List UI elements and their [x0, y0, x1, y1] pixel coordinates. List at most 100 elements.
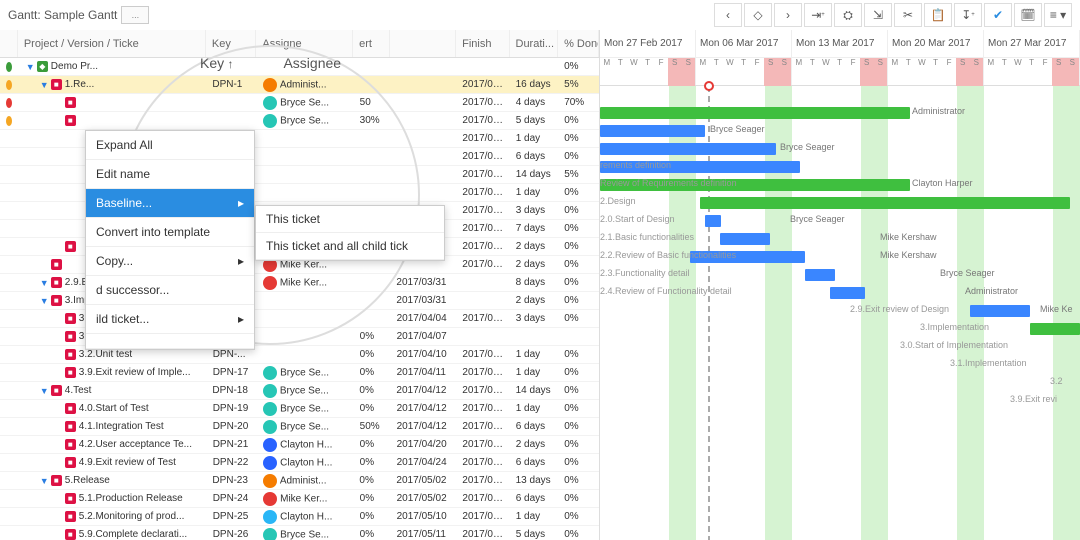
gantt-bar-label: Bryce Seager	[790, 214, 845, 224]
context-submenu[interactable]: This ticketThis ticket and all child tic…	[255, 205, 445, 261]
ticket-icon: ■	[65, 421, 76, 432]
toolbar-btn-1[interactable]: ◇	[744, 3, 772, 27]
gantt-bar[interactable]	[805, 269, 835, 281]
toolbar-btn-10[interactable]: 🗓	[1014, 3, 1042, 27]
ticket-icon: ■	[51, 277, 62, 288]
col-pct: ert	[353, 30, 390, 57]
gantt-bar[interactable]	[700, 197, 1070, 209]
toolbar-btn-11[interactable]: ≡ ▾	[1044, 3, 1072, 27]
ticket-name: 5.Release	[65, 475, 110, 486]
gantt-bar[interactable]	[720, 233, 770, 245]
timeline-header: Mon 27 Feb 2017MTWTFSSMon 06 Mar 2017MTW…	[600, 30, 1080, 86]
gantt-bar[interactable]	[600, 125, 705, 137]
status-dot	[6, 80, 12, 90]
ctx-sub-item[interactable]: This ticket and all child tick	[256, 233, 444, 260]
gantt-task-label: 2.0.Start of Design	[600, 214, 675, 224]
gantt-task-label: 2.2.Review of Basic functionalities	[600, 250, 736, 260]
toolbar-btn-3[interactable]: ⇥+	[804, 3, 832, 27]
view-dropdown[interactable]: ...	[121, 6, 149, 24]
toolbar-btn-8[interactable]: ↧+	[954, 3, 982, 27]
table-row[interactable]: ■5.1.Production ReleaseDPN-24Mike Ker...…	[0, 490, 599, 508]
gantt-task-label: 2.Design	[600, 196, 636, 206]
col-done: % Done	[558, 30, 599, 57]
ctx-item[interactable]: Baseline...▸	[86, 189, 254, 218]
expand-caret[interactable]: ▼	[40, 80, 48, 90]
gantt-bar[interactable]	[830, 287, 865, 299]
ticket-icon: ■	[65, 97, 76, 108]
ctx-item[interactable]	[86, 334, 254, 349]
table-row[interactable]: ■4.2.User acceptance Te...DPN-21Clayton …	[0, 436, 599, 454]
expand-caret[interactable]: ▼	[40, 278, 48, 288]
ticket-icon: ■	[51, 259, 62, 270]
toolbar-btn-4[interactable]: ⛭	[834, 3, 862, 27]
gantt-bar[interactable]	[970, 305, 1030, 317]
ctx-item[interactable]: d successor...	[86, 276, 254, 305]
expand-caret[interactable]: ▼	[26, 62, 34, 72]
status-dot	[6, 116, 12, 126]
toolbar-btn-9[interactable]: ✔	[984, 3, 1012, 27]
table-row[interactable]: ■3.9.Exit review of Imple...DPN-17Bryce …	[0, 364, 599, 382]
gantt-bar-label: Mike Kershaw	[880, 250, 937, 260]
ticket-icon: ■	[65, 367, 76, 378]
col-finish: Finish	[456, 30, 509, 57]
ctx-item[interactable]: Edit name	[86, 160, 254, 189]
expand-caret[interactable]: ▼	[40, 296, 48, 306]
toolbar-btn-5[interactable]: ⇲	[864, 3, 892, 27]
status-dot	[6, 98, 12, 108]
context-menu[interactable]: Expand AllEdit nameBaseline...▸Convert i…	[85, 130, 255, 350]
table-row[interactable]: ▼■4.TestDPN-18Bryce Se...0%2017/04/12201…	[0, 382, 599, 400]
gantt-task-label: Review of Requirements definition	[600, 178, 737, 188]
ticket-name: 4.1.Integration Test	[79, 421, 164, 432]
table-row[interactable]: ■5.9.Complete declarati...DPN-26Bryce Se…	[0, 526, 599, 540]
ctx-item[interactable]: Expand All	[86, 131, 254, 160]
gantt-bar-label: Bryce Seager	[780, 142, 835, 152]
ticket-name: 4.0.Start of Test	[79, 403, 149, 414]
table-row[interactable]: ■4.0.Start of TestDPN-19Bryce Se...0%201…	[0, 400, 599, 418]
ctx-item[interactable]: ild ticket...▸	[86, 305, 254, 334]
ticket-icon: ■	[65, 241, 76, 252]
gantt-bar[interactable]	[705, 215, 721, 227]
ticket-name: 5.1.Production Release	[79, 493, 183, 504]
ticket-icon: ■	[65, 331, 76, 342]
col-key: Key	[206, 30, 257, 57]
gantt-task-label: 2.1.Basic functionalities	[600, 232, 694, 242]
expand-caret[interactable]: ▼	[40, 476, 48, 486]
expand-caret[interactable]: ▼	[40, 386, 48, 396]
ticket-icon: ■	[65, 493, 76, 504]
status-dot	[6, 62, 12, 72]
avatar	[263, 456, 277, 470]
toolbar-btn-2[interactable]: ›	[774, 3, 802, 27]
ctx-sub-item[interactable]: This ticket	[256, 206, 444, 233]
ctx-item[interactable]: Convert into template	[86, 218, 254, 247]
table-row[interactable]: ■Bryce Se...30%2017/03/105 days0%	[0, 112, 599, 130]
toolbar-btn-7[interactable]: 📋	[924, 3, 952, 27]
col-duration: Durati...	[510, 30, 559, 57]
avatar	[263, 510, 277, 524]
toolbar-btn-0[interactable]: ‹	[714, 3, 742, 27]
avatar	[263, 402, 277, 416]
gantt-bar-label: Clayton Harper	[912, 178, 973, 188]
table-row[interactable]: ■Bryce Se...502017/03/054 days70%	[0, 94, 599, 112]
gantt-bar-label: Bryce Seager	[940, 268, 995, 278]
gantt-bar[interactable]	[600, 107, 910, 119]
table-row[interactable]: ■4.1.Integration TestDPN-20Bryce Se...50…	[0, 418, 599, 436]
gantt-task-label: 2.9.Exit review of Design	[850, 304, 949, 314]
avatar	[263, 528, 277, 540]
ctx-item[interactable]: Copy...▸	[86, 247, 254, 276]
gantt-bar[interactable]	[600, 143, 776, 155]
table-row[interactable]: ▼■1.Re...DPN-1Administ...2017/03/2116 da…	[0, 76, 599, 94]
gantt-task-label: 3.2	[1050, 376, 1063, 386]
ticket-name: 5.9.Complete declarati...	[79, 529, 187, 540]
gantt-bar[interactable]	[1030, 323, 1080, 335]
ticket-name: 4.9.Exit review of Test	[79, 457, 176, 468]
timeline-body[interactable]: AdministratorBryce SeagerBryce Seagerrem…	[600, 86, 1080, 540]
ticket-icon: ■	[51, 295, 62, 306]
avatar	[263, 474, 277, 488]
table-row[interactable]: ▼■5.ReleaseDPN-23Administ...0%2017/05/02…	[0, 472, 599, 490]
avatar	[263, 276, 277, 290]
avatar	[263, 96, 277, 110]
ticket-name: 1.Re...	[65, 79, 94, 90]
table-row[interactable]: ■4.9.Exit review of TestDPN-22Clayton H.…	[0, 454, 599, 472]
table-row[interactable]: ■5.2.Monitoring of prod...DPN-25Clayton …	[0, 508, 599, 526]
toolbar-btn-6[interactable]: ✂	[894, 3, 922, 27]
